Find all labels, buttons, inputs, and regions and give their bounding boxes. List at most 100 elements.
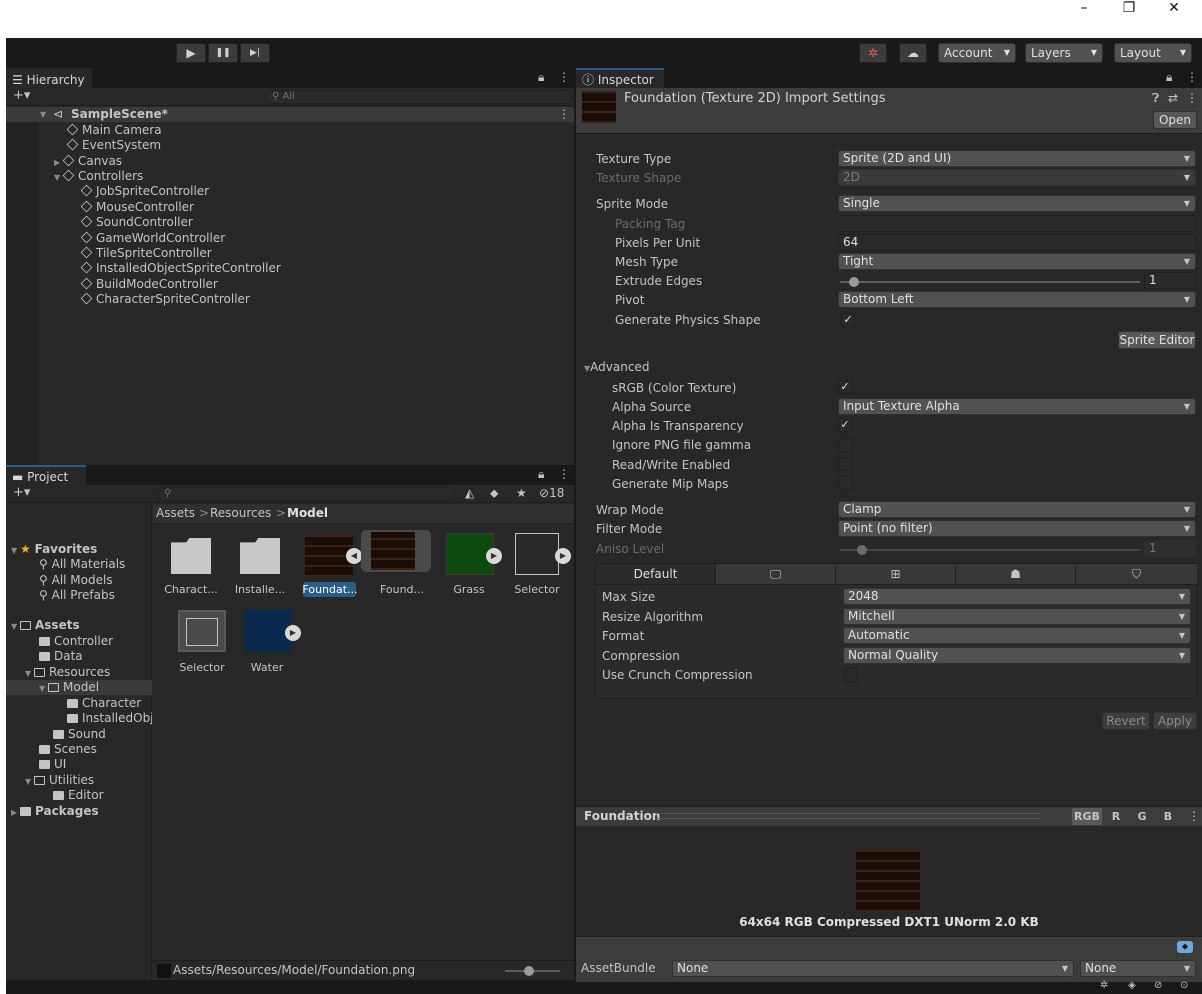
collapse-arrow-icon[interactable]: ▼ [39,681,48,696]
generate-physics-shape-checkbox[interactable]: ✓ [841,313,855,327]
assetbundle-variant-dropdown[interactable]: None ▼ [1080,960,1196,977]
breadcrumb-item-current[interactable]: Model [287,506,328,520]
pause-button[interactable]: ❚❚ [208,43,238,63]
expand-sprites-icon[interactable]: ▶ [285,625,301,641]
folder-thumbnail[interactable] [240,538,280,574]
tree-item[interactable]: ▼ Utilities [25,773,94,788]
collab-button[interactable]: ✲ [859,43,887,63]
tree-item[interactable]: UI [39,757,66,772]
tree-item[interactable]: Data [39,649,83,664]
cloud-button[interactable]: ☁ [899,43,927,63]
apply-button[interactable]: Apply [1153,712,1197,730]
tree-item[interactable]: Controller [39,634,113,649]
hierarchy-item[interactable]: ▶ Canvas [54,154,122,169]
create-add-button[interactable]: +▾ [13,88,30,103]
read-write-checkbox[interactable] [838,457,852,471]
tree-item[interactable]: Editor [53,788,104,803]
extrude-edges-knob[interactable] [849,277,859,287]
expand-arrow-icon[interactable]: ▶ [11,805,20,820]
step-button[interactable]: ▶| [240,43,270,63]
collapse-arrow-icon[interactable]: ▼ [11,543,20,558]
ignore-png-gamma-checkbox[interactable] [838,438,852,452]
extrude-edges-input[interactable]: 1 [1144,272,1196,289]
expand-sprites-icon[interactable]: ▶ [555,548,571,564]
tree-item-assets[interactable]: ▼ Assets [11,618,80,633]
hierarchy-search-input[interactable]: ⚲ All [265,90,572,104]
cache-icon[interactable]: ◈ [1128,980,1136,991]
red-channel-button[interactable]: R [1104,808,1128,825]
pivot-dropdown[interactable]: Bottom Left ▼ [838,291,1196,308]
tab-project[interactable]: ▬ Project [6,465,86,485]
tree-item[interactable]: ⚲ All Prefabs [39,588,115,603]
expand-arrow-icon[interactable]: ▶ [54,155,63,170]
revert-button[interactable]: Revert [1102,712,1150,730]
sprite-editor-button[interactable]: Sprite Editor [1118,331,1196,349]
tree-item[interactable]: Scenes [39,742,97,757]
crunch-compression-checkbox[interactable] [844,668,858,682]
minimize-button[interactable]: – [1062,0,1106,18]
more-options-icon[interactable]: ⋮ [558,70,570,84]
generate-mip-maps-checkbox[interactable] [838,476,852,490]
max-size-dropdown[interactable]: 2048 ▼ [843,588,1191,605]
tree-item-model[interactable]: ▼ Model [39,680,99,695]
tab-windows-platform[interactable]: ⊞ [836,564,956,584]
hierarchy-item[interactable]: GameWorldController [80,231,225,246]
account-dropdown[interactable]: Account ▼ [938,43,1016,63]
collapse-arrow-icon[interactable]: ▼ [11,619,20,634]
thumbnail-size-knob[interactable] [524,966,534,976]
blue-channel-button[interactable]: B [1156,808,1180,825]
hierarchy-item[interactable]: EventSystem [66,138,161,153]
packing-tag-input[interactable] [838,215,1196,232]
play-button[interactable]: ▶ [176,43,206,63]
help-icon[interactable]: ❓︎ [1152,91,1159,106]
lock-icon[interactable]: 🔒︎ [538,70,544,85]
green-channel-button[interactable]: G [1130,808,1154,825]
tree-item[interactable]: Character [67,696,141,711]
drag-handle[interactable] [656,813,1040,819]
texture-type-dropdown[interactable]: Sprite (2D and UI) ▼ [838,150,1196,167]
collapse-arrow-icon[interactable]: ▼ [25,774,34,789]
tab-default-platform[interactable]: Default [596,564,716,584]
tree-item[interactable]: ⚲ All Models [39,573,113,588]
create-add-button[interactable]: +▾ [13,485,30,500]
tree-item[interactable]: ⚲ All Materials [39,557,125,572]
component-menu-icon[interactable]: ⋮ [1186,91,1198,105]
expand-sprites-icon[interactable]: ▶ [486,548,502,564]
close-button[interactable]: ✕ [1152,0,1196,18]
rgb-channel-button[interactable]: RGB [1072,808,1102,825]
compression-dropdown[interactable]: Normal Quality ▼ [843,647,1191,664]
selector-sprite-thumbnail[interactable] [178,610,226,652]
hierarchy-item[interactable]: JobSpriteController [80,184,209,199]
tree-item[interactable]: Sound [53,727,106,742]
sprite-mode-dropdown[interactable]: Single ▼ [838,195,1196,212]
search-by-label-icon[interactable]: ⬥ [490,486,498,501]
progress-icon[interactable]: ⊘ [1154,980,1162,991]
folder-thumbnail[interactable] [171,538,211,574]
search-by-type-icon[interactable]: ◭ [465,486,474,500]
tab-standalone-platform[interactable]: 🖵︎ [716,564,836,584]
pixels-per-unit-input[interactable]: 64 [838,234,1196,251]
wrap-mode-dropdown[interactable]: Clamp ▼ [838,501,1196,518]
scene-row[interactable]: ▼ ⊲ SampleScene* ⋮ [6,107,574,122]
layout-dropdown[interactable]: Layout ▼ [1114,43,1192,63]
filter-mode-dropdown[interactable]: Point (no filter) ▼ [838,520,1196,537]
tree-item-packages[interactable]: ▶ Packages [11,804,99,819]
maximize-button[interactable]: ❐ [1107,0,1151,18]
selector-thumbnail[interactable] [515,533,559,575]
assetbundle-name-dropdown[interactable]: None ▼ [672,960,1074,977]
hierarchy-item[interactable]: SoundController [80,215,193,230]
open-button[interactable]: Open [1153,111,1197,129]
tab-hierarchy[interactable]: ☰ Hierarchy [6,68,92,88]
check-circle-icon[interactable]: ⊙ [1180,980,1188,991]
lock-icon[interactable]: 🔒︎ [1166,70,1172,85]
resize-algorithm-dropdown[interactable]: Mitchell ▼ [843,608,1191,625]
more-options-icon[interactable]: ⋮ [558,467,570,481]
tab-inspector[interactable]: ⓘ Inspector [576,68,664,88]
more-options-icon[interactable]: ⋮ [1186,70,1198,84]
alpha-is-transparency-checkbox[interactable]: ✓ [838,418,852,432]
scene-menu-icon[interactable]: ⋮ [558,107,570,122]
favorite-star-icon[interactable]: ★ [516,486,527,500]
expand-arrow-icon[interactable]: ▼ [40,107,46,122]
hidden-packages-toggle[interactable]: ⊘18 [539,486,564,500]
tab-webgl-platform[interactable]: ⛉ [1076,564,1197,584]
